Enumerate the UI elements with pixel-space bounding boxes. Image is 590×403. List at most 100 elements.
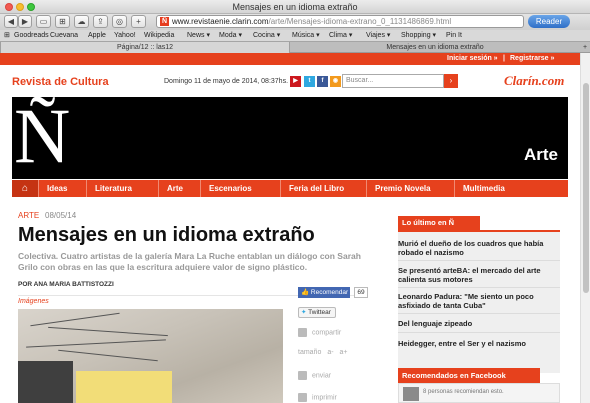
share-icon xyxy=(298,328,307,337)
font-size-plus[interactable]: a+ xyxy=(340,349,348,356)
bookmark-item[interactable]: Yahoo! xyxy=(114,30,136,41)
facebook-recommend-text: 8 personas recomiendan esto. xyxy=(423,389,504,395)
nav-item-feria[interactable]: Feria del Libro xyxy=(280,180,366,197)
sidebar-toggle-button[interactable]: ▭ xyxy=(36,15,51,28)
latest-item[interactable]: Se presentó arteBA: el mercado del arte … xyxy=(398,266,560,288)
article-byline: POR ANA MARIA BATTISTOZZI xyxy=(18,281,114,288)
font-size-control: tamaño a- a+ xyxy=(298,349,347,356)
site-favicon-icon: Ñ xyxy=(160,17,169,26)
n-logo[interactable]: Ñ xyxy=(14,93,70,179)
section-title: Arte xyxy=(523,145,558,164)
close-window-button[interactable] xyxy=(5,3,13,11)
add-tab-button[interactable]: + xyxy=(131,15,146,28)
bookmark-item[interactable]: Moda ▾ xyxy=(219,30,242,41)
share-page-button[interactable]: ⇪ xyxy=(93,15,108,28)
bookmark-item[interactable]: Shopping ▾ xyxy=(401,30,436,41)
font-size-minus[interactable]: a- xyxy=(327,349,333,356)
article-lead: Colectiva. Cuatro artistas de la galería… xyxy=(18,251,361,272)
search-input[interactable]: Buscar... xyxy=(342,74,444,88)
minimize-window-button[interactable] xyxy=(16,3,24,11)
bookmark-item[interactable]: Cuevana xyxy=(50,30,78,41)
url-host: www.revistaenie.clarin.com xyxy=(172,17,269,26)
bookmark-item[interactable]: Goodreads xyxy=(14,30,49,41)
login-link[interactable]: Iniciar sesión » xyxy=(447,53,498,65)
main-nav: ⌂ Ideas Literatura Arte Escenarios Feria… xyxy=(12,180,568,197)
bookmark-item[interactable]: News ▾ xyxy=(187,30,210,41)
nav-item-literatura[interactable]: Literatura xyxy=(86,180,158,197)
facebook-icon[interactable]: f xyxy=(317,76,328,87)
image-stroke xyxy=(58,349,158,362)
zoom-window-button[interactable] xyxy=(27,3,35,11)
top-sites-button[interactable]: ⊞ xyxy=(55,15,70,28)
bookmark-item[interactable]: Pin It xyxy=(446,30,462,41)
rss-icon[interactable]: ◉ xyxy=(330,76,341,87)
forward-button[interactable]: ▶ xyxy=(18,15,32,28)
bookmark-item[interactable]: Música ▾ xyxy=(292,30,320,41)
latest-item[interactable]: Del lenguaje zipeado xyxy=(398,319,560,333)
tab-label: Mensajes en un idioma extraño xyxy=(386,44,484,51)
bookmarks-grid-icon[interactable]: ⊞ xyxy=(4,30,10,41)
share-action-label: enviar xyxy=(312,372,332,380)
image-stroke xyxy=(26,339,166,348)
nav-item-premio[interactable]: Premio Novela xyxy=(366,180,454,197)
facebook-recommended-box: 8 personas recomiendan esto. xyxy=(398,383,560,403)
avatar[interactable] xyxy=(403,387,419,401)
site-header: Revista de Cultura Domingo 11 de mayo de… xyxy=(12,69,568,95)
web-page: Iniciar sesión » | Registrarse » Revista… xyxy=(0,53,580,403)
facebook-recommend-button[interactable]: 👍 Recomendar xyxy=(298,287,350,298)
clarin-logo[interactable]: Clarín.com xyxy=(504,73,564,89)
image-dark-area xyxy=(18,361,73,403)
twitter-share-button[interactable]: ✦ Twittear xyxy=(298,307,336,318)
reader-button[interactable]: Reader xyxy=(528,15,570,28)
print-icon xyxy=(298,393,307,402)
bookmark-item[interactable]: Clima ▾ xyxy=(329,30,352,41)
bookmark-button[interactable]: ◎ xyxy=(112,15,127,28)
facebook-recommend-label: Recomendar xyxy=(310,289,349,296)
tab-mensajes[interactable]: Mensajes en un idioma extraño xyxy=(290,42,580,53)
mail-icon xyxy=(298,371,307,380)
latest-item[interactable]: Murió el dueño de los cuadros que había … xyxy=(398,239,560,261)
article-kicker[interactable]: ARTE xyxy=(18,211,39,220)
share-compartir[interactable]: compartir xyxy=(298,328,341,337)
header-date: Domingo 11 de mayo de 2014, 08:37hs. xyxy=(164,78,289,85)
tab-bar: Página/12 :: las12 Mensajes en un idioma… xyxy=(0,41,590,53)
image-stroke xyxy=(48,326,168,337)
page-scrollbar[interactable] xyxy=(580,53,590,403)
image-yellow-area xyxy=(76,371,172,403)
latest-item[interactable]: Leonardo Padura: "Me siento un poco asfi… xyxy=(398,292,560,314)
home-icon[interactable]: ⌂ xyxy=(12,180,38,197)
window-title: Mensajes en un idioma extraño xyxy=(232,2,358,12)
site-name[interactable]: Revista de Cultura xyxy=(12,76,109,88)
latest-item[interactable]: Heidegger, entre el Ser y el nazismo xyxy=(398,339,560,353)
nav-item-arte[interactable]: Arte xyxy=(158,180,200,197)
register-link[interactable]: Registrarse » xyxy=(510,53,554,65)
article-image[interactable] xyxy=(18,309,283,403)
bookmark-item[interactable]: Wikipedia xyxy=(144,30,174,41)
icloud-button[interactable]: ☁ xyxy=(74,15,89,28)
scrollbar-thumb[interactable] xyxy=(583,83,589,293)
share-action-label: imprimir xyxy=(312,394,337,402)
images-label[interactable]: Imágenes xyxy=(18,298,49,305)
tab-pagina12[interactable]: Página/12 :: las12 xyxy=(0,42,290,53)
twitter-share-label: Twittear xyxy=(308,309,331,316)
latest-heading: Lo último en Ñ xyxy=(398,216,480,230)
window-titlebar: Mensajes en un idioma extraño xyxy=(0,0,590,14)
search-icon[interactable]: › xyxy=(444,74,458,88)
nav-item-ideas[interactable]: Ideas xyxy=(38,180,86,197)
nav-item-escenarios[interactable]: Escenarios xyxy=(200,180,280,197)
back-button[interactable]: ◀ xyxy=(4,15,18,28)
url-path: /arte/Mensajes-idioma-extrano_0_11314868… xyxy=(268,17,452,26)
bookmark-item[interactable]: Cocina ▾ xyxy=(253,30,280,41)
youtube-icon[interactable]: ▶ xyxy=(290,76,301,87)
bookmark-item[interactable]: Viajes ▾ xyxy=(366,30,390,41)
bookmarks-bar: ⊞ Goodreads Cuevana Apple Yahoo! Wikiped… xyxy=(0,30,590,41)
facebook-count: 69 xyxy=(354,287,368,298)
twitter-icon[interactable]: t xyxy=(304,76,315,87)
nav-item-multimedia[interactable]: Multimedia xyxy=(454,180,568,197)
new-tab-button[interactable]: + xyxy=(580,42,590,53)
share-enviar[interactable]: enviar xyxy=(298,371,331,380)
article-title: Mensajes en un idioma extraño xyxy=(18,224,315,246)
address-bar[interactable]: Ñwww.revistaenie.clarin.com/arte/Mensaje… xyxy=(156,15,524,28)
share-imprimir[interactable]: imprimir xyxy=(298,393,337,402)
bookmark-item[interactable]: Apple xyxy=(88,30,106,41)
